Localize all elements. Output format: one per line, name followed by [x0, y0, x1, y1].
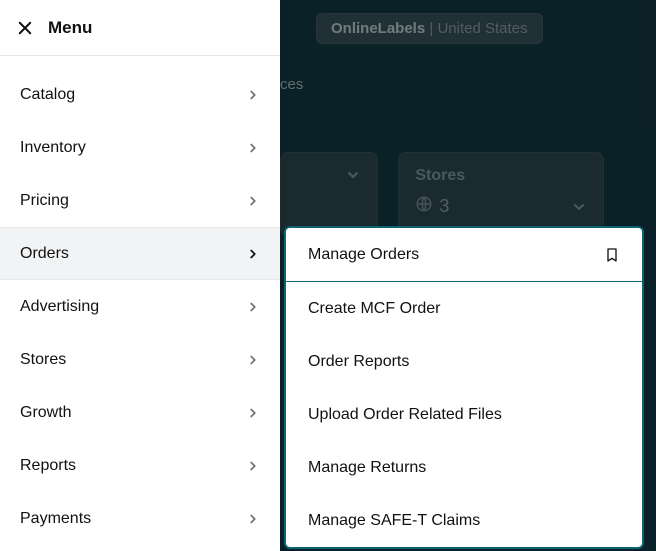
- sidebar-item-label: Pricing: [20, 192, 69, 210]
- sidebar-header: Menu: [0, 0, 280, 56]
- sidebar-item-pricing[interactable]: Pricing: [0, 174, 280, 227]
- main-menu-sidebar: Menu Catalog Inventory Pricing Orders Ad…: [0, 0, 280, 551]
- submenu-item-create-mcf-order[interactable]: Create MCF Order: [286, 282, 642, 335]
- sidebar-item-reports[interactable]: Reports: [0, 439, 280, 492]
- chevron-right-icon: [246, 141, 260, 155]
- submenu-item-label: Manage Orders: [308, 246, 419, 264]
- submenu-item-label: Order Reports: [308, 353, 409, 371]
- sidebar-item-payments[interactable]: Payments: [0, 492, 280, 545]
- chevron-right-icon: [246, 353, 260, 367]
- submenu-item-manage-orders[interactable]: Manage Orders: [286, 228, 642, 281]
- sidebar-item-label: Growth: [20, 404, 72, 422]
- sidebar-item-inventory[interactable]: Inventory: [0, 121, 280, 174]
- sidebar-item-stores[interactable]: Stores: [0, 333, 280, 386]
- chevron-right-icon: [246, 406, 260, 420]
- sidebar-item-catalog[interactable]: Catalog: [0, 68, 280, 121]
- submenu-item-order-reports[interactable]: Order Reports: [286, 335, 642, 388]
- sidebar-item-label: Inventory: [20, 139, 86, 157]
- sidebar-item-label: Advertising: [20, 298, 99, 316]
- submenu-item-label: Create MCF Order: [308, 300, 440, 318]
- submenu-item-manage-safe-t-claims[interactable]: Manage SAFE-T Claims: [286, 494, 642, 547]
- sidebar-item-orders[interactable]: Orders: [0, 227, 280, 280]
- sidebar-item-advertising[interactable]: Advertising: [0, 280, 280, 333]
- close-icon[interactable]: [16, 19, 34, 37]
- chevron-right-icon: [246, 300, 260, 314]
- menu-title: Menu: [48, 18, 92, 38]
- sidebar-item-label: Reports: [20, 457, 76, 475]
- chevron-right-icon: [246, 247, 260, 261]
- sidebar-item-label: Catalog: [20, 86, 75, 104]
- sidebar-item-label: Stores: [20, 351, 66, 369]
- orders-submenu: Manage Orders Create MCF Order Order Rep…: [284, 226, 644, 549]
- sidebar-item-label: Payments: [20, 510, 91, 528]
- bookmark-icon[interactable]: [604, 247, 620, 263]
- submenu-item-label: Manage Returns: [308, 459, 426, 477]
- chevron-right-icon: [246, 194, 260, 208]
- chevron-right-icon: [246, 512, 260, 526]
- chevron-right-icon: [246, 88, 260, 102]
- submenu-item-manage-returns[interactable]: Manage Returns: [286, 441, 642, 494]
- submenu-item-label: Upload Order Related Files: [308, 406, 502, 424]
- chevron-right-icon: [246, 459, 260, 473]
- sidebar-item-label: Orders: [20, 245, 69, 263]
- submenu-item-label: Manage SAFE-T Claims: [308, 512, 480, 530]
- sidebar-item-growth[interactable]: Growth: [0, 386, 280, 439]
- nav-list: Catalog Inventory Pricing Orders Adverti…: [0, 56, 280, 545]
- submenu-item-upload-order-related-files[interactable]: Upload Order Related Files: [286, 388, 642, 441]
